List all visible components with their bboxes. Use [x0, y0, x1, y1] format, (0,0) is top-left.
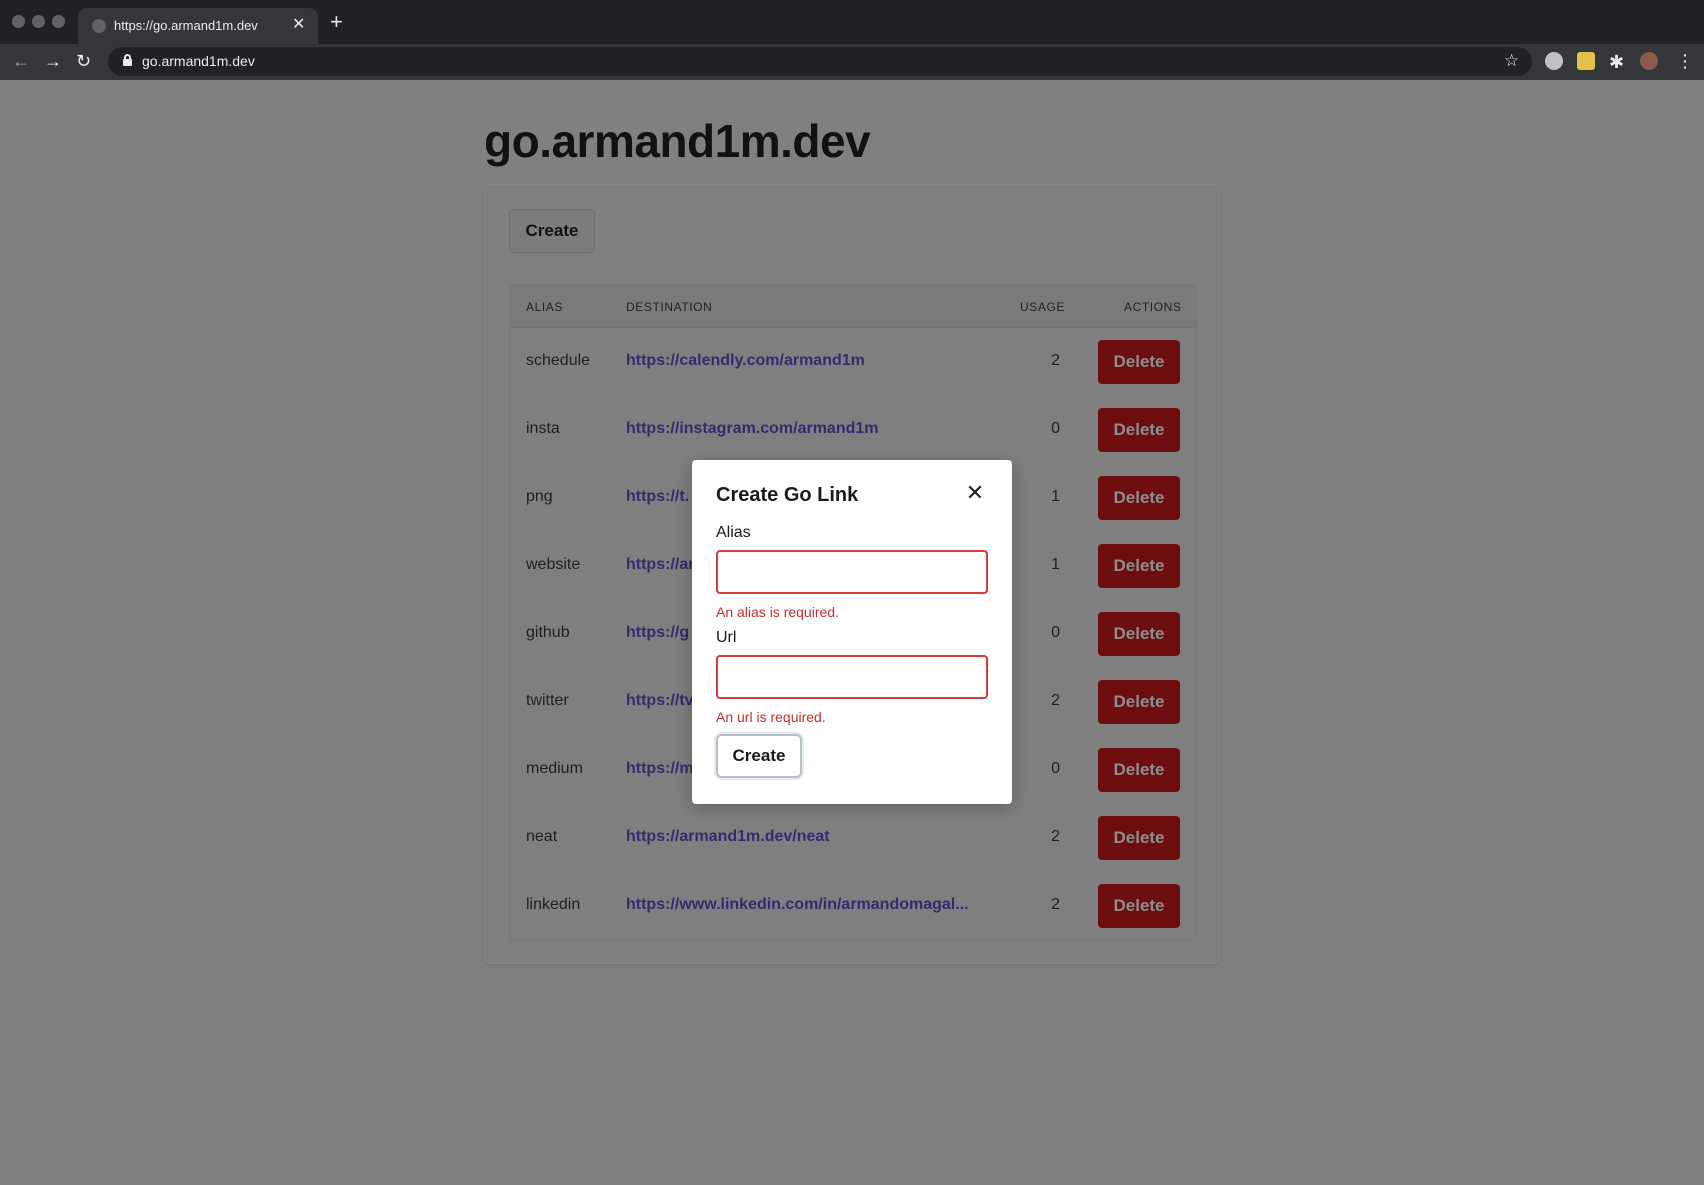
alias-cell: neat: [526, 828, 558, 845]
alias-label: Alias: [716, 524, 751, 541]
tab-title: https://go.armand1m.dev: [114, 18, 258, 33]
delete-button[interactable]: Delete: [1098, 340, 1180, 384]
reload-icon[interactable]: ↻: [76, 50, 91, 72]
alias-error-message: An alias is required.: [716, 604, 839, 620]
alias-cell: github: [526, 624, 570, 641]
delete-button[interactable]: Delete: [1098, 748, 1180, 792]
delete-button[interactable]: Delete: [1098, 612, 1180, 656]
url-error-message: An url is required.: [716, 709, 826, 725]
alias-cell: png: [526, 488, 553, 505]
forward-arrow-icon[interactable]: →: [44, 50, 62, 72]
url-input[interactable]: [716, 655, 988, 699]
new-tab-icon[interactable]: +: [330, 11, 343, 33]
table-row: schedule https://calendly.com/armand1m 2…: [510, 328, 1196, 396]
delete-button[interactable]: Delete: [1098, 476, 1180, 520]
usage-cell: 1: [1051, 556, 1060, 573]
address-text: go.armand1m.dev: [142, 53, 255, 69]
usage-cell: 2: [1051, 692, 1060, 709]
browser-menu-icon[interactable]: ⋮: [1676, 50, 1694, 72]
table-row: insta https://instagram.com/armand1m 0 D…: [510, 396, 1196, 464]
alias-cell: insta: [526, 420, 560, 437]
delete-button[interactable]: Delete: [1098, 408, 1180, 452]
alias-cell: website: [526, 556, 581, 573]
window-close-control[interactable]: [12, 15, 25, 28]
column-header-actions: ACTIONS: [1124, 300, 1182, 314]
profile-avatar[interactable]: [1640, 52, 1658, 70]
delete-button[interactable]: Delete: [1098, 884, 1180, 928]
table-row: neat https://armand1m.dev/neat 2 Delete: [510, 804, 1196, 872]
modal-title: Create Go Link: [716, 484, 859, 506]
delete-button[interactable]: Delete: [1098, 680, 1180, 724]
browser-tab[interactable]: https://go.armand1m.dev ✕: [78, 8, 318, 44]
column-header-alias: ALIAS: [526, 300, 564, 314]
lock-icon: [123, 54, 132, 66]
usage-cell: 0: [1051, 760, 1060, 777]
bookmark-star-icon[interactable]: ☆: [1504, 51, 1519, 71]
destination-link[interactable]: https://www.linkedin.com/in/armandomagal…: [626, 896, 986, 914]
alias-input[interactable]: [716, 550, 988, 594]
close-icon[interactable]: ✕: [964, 482, 986, 504]
usage-cell: 2: [1051, 352, 1060, 369]
create-go-link-modal: Create Go Link ✕ Alias An alias is requi…: [692, 460, 1012, 804]
page-title: go.armand1m.dev: [484, 115, 871, 167]
destination-link[interactable]: https://calendly.com/armand1m: [626, 352, 986, 370]
address-bar[interactable]: go.armand1m.dev ☆: [108, 47, 1532, 76]
usage-cell: 2: [1051, 896, 1060, 913]
destination-link[interactable]: https://instagram.com/armand1m: [626, 420, 986, 438]
create-button[interactable]: Create: [509, 209, 595, 253]
url-label: Url: [716, 629, 737, 646]
delete-button[interactable]: Delete: [1098, 816, 1180, 860]
usage-cell: 0: [1051, 624, 1060, 641]
browser-toolbar: ← → ↻ go.armand1m.dev ☆ ✱ ⋮: [0, 44, 1704, 80]
window-minimize-control[interactable]: [32, 15, 45, 28]
close-tab-icon[interactable]: ✕: [292, 16, 305, 34]
alias-cell: medium: [526, 760, 583, 777]
extension-yellow-icon[interactable]: [1577, 52, 1595, 70]
column-header-usage: USAGE: [1020, 300, 1066, 314]
browser-tab-bar: https://go.armand1m.dev ✕ +: [0, 0, 1704, 44]
alias-cell: schedule: [526, 352, 591, 369]
destination-link[interactable]: https://armand1m.dev/neat: [626, 828, 986, 846]
table-row: linkedin https://www.linkedin.com/in/arm…: [510, 872, 1196, 940]
delete-button[interactable]: Delete: [1098, 544, 1180, 588]
globe-icon: [92, 19, 106, 33]
extensions-puzzle-icon[interactable]: ✱: [1609, 51, 1624, 73]
modal-create-button[interactable]: Create: [716, 734, 802, 778]
extension-globe-icon[interactable]: [1545, 52, 1563, 70]
usage-cell: 2: [1051, 828, 1060, 845]
column-header-destination: DESTINATION: [626, 300, 713, 314]
table-header: ALIAS DESTINATION USAGE ACTIONS: [510, 286, 1196, 328]
window-maximize-control[interactable]: [52, 15, 65, 28]
alias-cell: linkedin: [526, 896, 581, 913]
usage-cell: 0: [1051, 420, 1060, 437]
alias-cell: twitter: [526, 692, 569, 709]
back-arrow-icon[interactable]: ←: [12, 50, 30, 72]
usage-cell: 1: [1051, 488, 1060, 505]
